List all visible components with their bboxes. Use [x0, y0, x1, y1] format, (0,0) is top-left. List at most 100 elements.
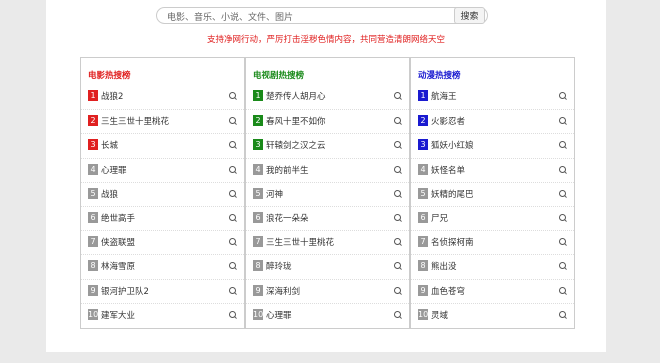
ranking-row[interactable]: 9 银河护卫队2	[81, 278, 244, 303]
ranking-row[interactable]: 4 妖怪名单	[411, 157, 574, 182]
search-icon[interactable]	[394, 92, 401, 99]
item-title[interactable]: 侠盗联盟	[101, 236, 135, 248]
ranking-row[interactable]: 2 春风十里不如你	[246, 109, 409, 133]
rank-number: 10	[88, 308, 99, 320]
search-icon[interactable]	[559, 213, 566, 221]
ranking-row[interactable]: 3 长城	[81, 133, 244, 157]
search-icon[interactable]	[229, 141, 236, 149]
item-title[interactable]: 林海雪原	[101, 260, 135, 272]
item-title[interactable]: 绝世高手	[101, 212, 135, 224]
ranking-row[interactable]: 2 火影忍者	[411, 109, 574, 133]
item-title[interactable]: 名侦探柯南	[431, 236, 474, 248]
ranking-row[interactable]: 8 熊出没	[411, 254, 574, 278]
rank-number: 10	[418, 308, 429, 320]
rank-number: 9	[253, 284, 263, 296]
search-icon[interactable]	[394, 262, 401, 270]
search-icon[interactable]	[229, 286, 236, 294]
item-title[interactable]: 火影忍者	[431, 115, 465, 127]
item-title[interactable]: 三生三世十里桃花	[266, 236, 334, 248]
item-title[interactable]: 楚乔传人胡月心	[266, 90, 326, 102]
search-icon[interactable]	[394, 286, 401, 294]
rank-number: 9	[418, 284, 428, 296]
item-title[interactable]: 尸兄	[431, 212, 448, 224]
search-icon[interactable]	[559, 286, 566, 294]
ranking-row[interactable]: 5 妖精的尾巴	[411, 181, 574, 206]
search-icon[interactable]	[394, 238, 401, 246]
ranking-row[interactable]: 1 航海王	[411, 85, 574, 109]
search-icon[interactable]	[394, 310, 401, 318]
ranking-row[interactable]: 10 建军大业	[81, 302, 244, 327]
item-title[interactable]: 醉玲珑	[266, 260, 292, 272]
ranking-row[interactable]: 9 深海利剑	[246, 278, 409, 303]
ranking-row[interactable]: 3 轩辕剑之汉之云	[246, 133, 409, 157]
search-icon[interactable]	[229, 92, 236, 99]
item-title[interactable]: 建军大业	[101, 309, 135, 321]
item-title[interactable]: 灵域	[431, 309, 448, 321]
search-icon[interactable]	[559, 165, 566, 173]
ranking-row[interactable]: 4 我的前半生	[246, 157, 409, 182]
search-icon[interactable]	[229, 117, 236, 125]
ranking-row[interactable]: 8 醉玲珑	[246, 254, 409, 278]
item-title[interactable]: 长城	[101, 139, 118, 151]
search-icon[interactable]	[394, 141, 401, 149]
search-icon[interactable]	[559, 262, 566, 270]
item-title[interactable]: 战狼2	[101, 90, 123, 102]
ranking-row[interactable]: 10 心理罪	[246, 302, 409, 327]
ranking-row[interactable]: 10 灵域	[411, 302, 574, 327]
search-input[interactable]: 电影、音乐、小说、文件、图片	[156, 7, 488, 24]
search-icon[interactable]	[559, 117, 566, 125]
item-title[interactable]: 熊出没	[431, 260, 457, 272]
item-title[interactable]: 血色苍穹	[431, 285, 465, 297]
item-title[interactable]: 心理罪	[266, 309, 292, 321]
ranking-row[interactable]: 7 侠盗联盟	[81, 230, 244, 254]
item-title[interactable]: 浪花一朵朵	[266, 212, 309, 224]
search-icon[interactable]	[229, 165, 236, 173]
ranking-row[interactable]: 5 河神	[246, 181, 409, 206]
ranking-row[interactable]: 9 血色苍穹	[411, 278, 574, 303]
ranking-row[interactable]: 2 三生三世十里桃花	[81, 109, 244, 133]
item-title[interactable]: 深海利剑	[266, 285, 300, 297]
ranking-row[interactable]: 6 绝世高手	[81, 205, 244, 230]
item-title[interactable]: 航海王	[431, 90, 457, 102]
search-icon[interactable]	[229, 310, 236, 318]
search-icon[interactable]	[229, 213, 236, 221]
item-title[interactable]: 银河护卫队2	[101, 285, 149, 297]
item-title[interactable]: 战狼	[101, 188, 118, 200]
ranking-row[interactable]: 6 尸兄	[411, 205, 574, 230]
rank-number: 3	[88, 139, 98, 151]
ranking-row[interactable]: 7 名侦探柯南	[411, 230, 574, 254]
panel-title: 动漫热搜榜	[418, 71, 461, 81]
item-title[interactable]: 我的前半生	[266, 164, 309, 176]
ranking-row[interactable]: 1 楚乔传人胡月心	[246, 85, 409, 109]
ranking-row[interactable]: 4 心理罪	[81, 157, 244, 182]
item-title[interactable]: 狐妖小红娘	[431, 139, 474, 151]
search-icon[interactable]	[559, 238, 566, 246]
ranking-row[interactable]: 5 战狼	[81, 181, 244, 206]
item-title[interactable]: 春风十里不如你	[266, 115, 326, 127]
search-icon[interactable]	[394, 165, 401, 173]
item-title[interactable]: 轩辕剑之汉之云	[266, 139, 326, 151]
search-icon[interactable]	[229, 262, 236, 270]
item-title[interactable]: 妖精的尾巴	[431, 188, 474, 200]
search-icon[interactable]	[229, 189, 236, 197]
search-icon[interactable]	[559, 189, 566, 197]
ranking-row[interactable]: 1 战狼2	[81, 85, 244, 109]
search-icon[interactable]	[559, 141, 566, 149]
search-icon[interactable]	[229, 238, 236, 246]
rank-number: 8	[418, 260, 428, 272]
search-button[interactable]: 搜索	[454, 7, 485, 24]
item-title[interactable]: 河神	[266, 188, 283, 200]
ranking-row[interactable]: 6 浪花一朵朵	[246, 205, 409, 230]
search-icon[interactable]	[559, 310, 566, 318]
ranking-row[interactable]: 3 狐妖小红娘	[411, 133, 574, 157]
search-icon[interactable]	[394, 189, 401, 197]
ranking-row[interactable]: 8 林海雪原	[81, 254, 244, 278]
item-title[interactable]: 三生三世十里桃花	[101, 115, 169, 127]
item-title[interactable]: 心理罪	[101, 164, 127, 176]
item-title[interactable]: 妖怪名单	[431, 164, 465, 176]
search-icon[interactable]	[559, 92, 566, 99]
search-icon[interactable]	[394, 213, 401, 221]
ranking-row[interactable]: 7 三生三世十里桃花	[246, 230, 409, 254]
rank-number: 2	[418, 115, 428, 127]
search-icon[interactable]	[394, 117, 401, 125]
